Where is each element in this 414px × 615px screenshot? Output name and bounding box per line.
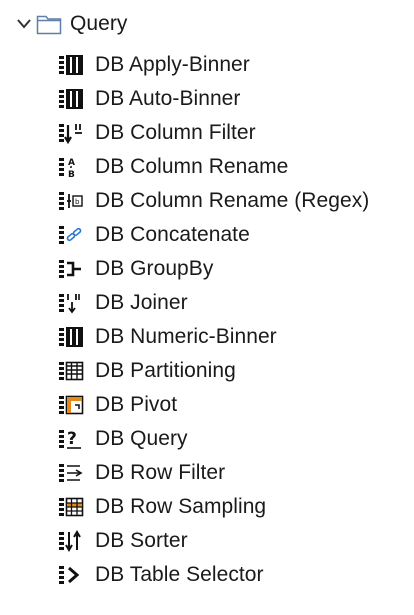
tree-item-db-apply-binner[interactable]: DB Apply-Binner — [58, 48, 250, 82]
tree-item-label: DB Column Rename — [95, 155, 289, 178]
tree-item-db-column-filter[interactable]: DB Column Filter — [58, 116, 256, 150]
folder-icon — [36, 13, 62, 35]
binner-icon — [58, 87, 86, 111]
tree-item-label: DB Column Filter — [95, 121, 256, 144]
tree-item-label: DB Concatenate — [95, 223, 250, 246]
tree-item-label: DB Row Filter — [95, 461, 226, 484]
node-repository-tree: Query DB Apply-Binner DB Auto-Binner DB … — [0, 0, 414, 615]
tree-item-db-groupby[interactable]: DB GroupBy — [58, 252, 213, 286]
tree-item-label: DB Table Selector — [95, 563, 264, 586]
row-filter-icon — [58, 461, 86, 485]
pivot-icon — [58, 393, 86, 417]
column-rename-icon: A B — [58, 155, 86, 179]
tree-item-label: DB Apply-Binner — [95, 53, 250, 76]
row-sampling-icon — [58, 495, 86, 519]
tree-item-db-auto-binner[interactable]: DB Auto-Binner — [58, 82, 240, 116]
tree-item-label: DB Numeric-Binner — [95, 325, 277, 348]
tree-item-db-partitioning[interactable]: DB Partitioning — [58, 354, 236, 388]
partitioning-icon — [58, 359, 86, 383]
column-filter-icon — [58, 121, 86, 145]
tree-item-label: DB Column Rename (Regex) — [95, 189, 370, 212]
tree-item-db-joiner[interactable]: DB Joiner — [58, 286, 188, 320]
tree-item-label: DB Query — [95, 427, 188, 450]
groupby-icon — [58, 257, 86, 281]
tree-item-db-table-selector[interactable]: DB Table Selector — [58, 558, 264, 592]
tree-item-db-concatenate[interactable]: DB Concatenate — [58, 218, 250, 252]
tree-item-db-sorter[interactable]: DB Sorter — [58, 524, 188, 558]
tree-item-label: DB Pivot — [95, 393, 178, 416]
svg-text:B: B — [68, 170, 75, 179]
tree-item-db-pivot[interactable]: DB Pivot — [58, 388, 177, 422]
tree-item-db-row-sampling[interactable]: DB Row Sampling — [58, 490, 266, 524]
tree-item-label: DB Sorter — [95, 529, 188, 552]
table-selector-icon — [58, 563, 86, 587]
tree-item-db-numeric-binner[interactable]: DB Numeric-Binner — [58, 320, 277, 354]
joiner-icon — [58, 291, 86, 315]
tree-folder-query[interactable]: Query — [14, 7, 127, 41]
binner-icon — [58, 53, 86, 77]
tree-item-label: DB GroupBy — [95, 257, 214, 280]
tree-item-db-column-rename-regex[interactable]: b DB Column Rename (Regex) — [58, 184, 369, 218]
folder-label: Query — [70, 12, 128, 35]
tree-item-label: DB Auto-Binner — [95, 87, 241, 110]
tree-item-db-row-filter[interactable]: DB Row Filter — [58, 456, 225, 490]
query-icon: ? — [58, 427, 86, 451]
svg-text:b: b — [75, 198, 80, 206]
tree-item-label: DB Row Sampling — [95, 495, 267, 518]
binner-icon — [58, 325, 86, 349]
tree-item-label: DB Joiner — [95, 291, 188, 314]
sorter-icon — [58, 529, 86, 553]
concatenate-icon — [58, 223, 86, 247]
tree-item-db-column-rename[interactable]: A B DB Column Rename — [58, 150, 288, 184]
column-rename-regex-icon: b — [58, 189, 86, 213]
chevron-down-icon[interactable] — [14, 14, 34, 34]
svg-text:?: ? — [67, 429, 77, 449]
tree-item-db-query[interactable]: ? DB Query — [58, 422, 188, 456]
tree-item-label: DB Partitioning — [95, 359, 236, 382]
